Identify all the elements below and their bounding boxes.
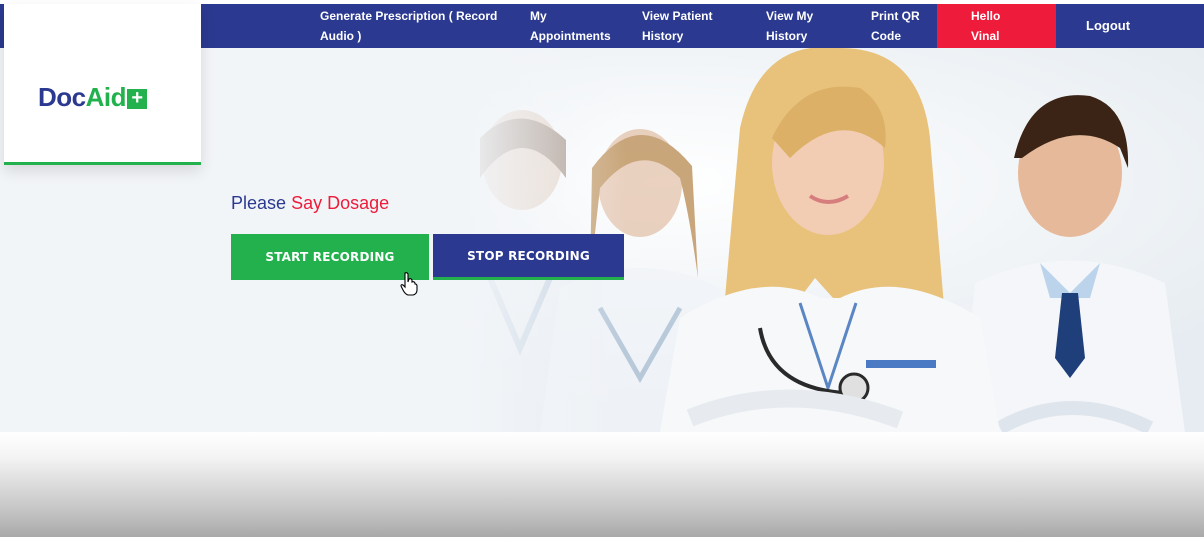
docaid-logo[interactable]: DocAid + xyxy=(38,82,148,113)
greeting-line2: Vinal xyxy=(971,29,1000,43)
nav-label-line2: Audio ) xyxy=(320,29,362,43)
logo-card: DocAid + xyxy=(4,4,201,165)
logo-aid-text: Aid xyxy=(85,82,127,112)
prompt-accent: Say Dosage xyxy=(291,193,390,213)
nav-label-line1: My xyxy=(530,9,547,23)
nav-generate-prescription[interactable]: Generate Prescription ( Record Audio ) xyxy=(320,4,520,48)
pointer-hand-icon xyxy=(400,272,418,296)
nav-label-line1: Print QR xyxy=(871,9,920,23)
nav-label-line2: History xyxy=(642,29,684,43)
nav-label-line2: History xyxy=(766,29,808,43)
nav-print-qr-code[interactable]: Print QR Code xyxy=(871,4,931,48)
dosage-prompt: Please Say Dosage xyxy=(231,193,389,214)
nav-label-line1: View My xyxy=(766,9,814,23)
nav-label-line1: View Patient xyxy=(642,9,713,23)
nav-label-line2: Code xyxy=(871,29,901,43)
nav-my-appointments[interactable]: My Appointments xyxy=(530,4,630,48)
plus-icon: + xyxy=(127,88,148,109)
nav-label-line2: Appointments xyxy=(530,29,611,43)
logout-link[interactable]: Logout xyxy=(1086,4,1166,48)
nav-user-greeting[interactable]: Hello Vinal xyxy=(937,4,1056,48)
stop-recording-button[interactable]: STOP RECORDING xyxy=(433,234,624,280)
nav-label-line1: Generate Prescription ( Record xyxy=(320,9,498,23)
greeting-line1: Hello xyxy=(971,9,1001,23)
nav-view-my-history[interactable]: View My History xyxy=(766,4,846,48)
prompt-prefix: Please xyxy=(231,193,287,213)
bottom-fade-area xyxy=(0,432,1204,537)
nav-view-patient-history[interactable]: View Patient History xyxy=(642,4,742,48)
logo-doc-text: Doc xyxy=(38,82,86,112)
